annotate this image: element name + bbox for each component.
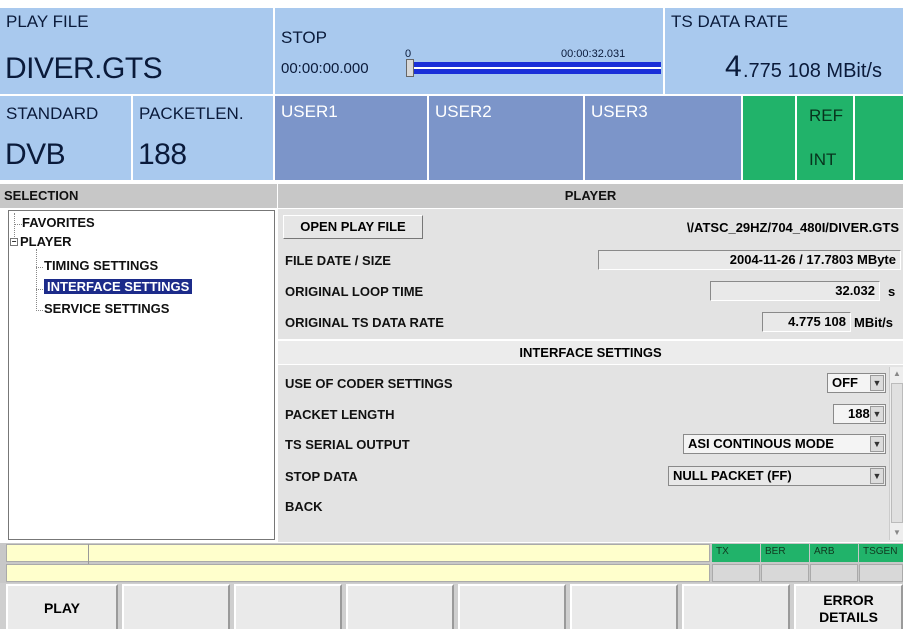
selection-header: SELECTION	[0, 184, 277, 208]
status-bar: TX BER ARB TSGEN	[0, 543, 903, 583]
ref-value: INT	[809, 150, 837, 169]
tsgen-sub-indicator	[859, 564, 903, 582]
softkey-4[interactable]	[346, 584, 454, 629]
packetlen-value: 188	[138, 138, 187, 171]
softkey-7[interactable]	[682, 584, 790, 629]
player-header: PLAYER	[278, 184, 903, 208]
packetlen-panel[interactable]: PACKETLEN. 188	[133, 96, 275, 182]
user2-panel[interactable]: USER2	[429, 96, 585, 182]
playback-slider[interactable]	[406, 59, 661, 77]
ber-indicator: BER	[761, 544, 809, 562]
slider-thumb[interactable]	[406, 59, 414, 77]
arb-indicator: ARB	[810, 544, 858, 562]
tx-indicator: TX	[712, 544, 760, 562]
time-current: 00:00:00.000	[281, 60, 369, 77]
chevron-down-icon: ▼	[870, 436, 884, 452]
scroll-up-icon[interactable]: ▲	[891, 367, 903, 381]
user3-label: USER3	[591, 102, 648, 121]
tree-item-interface-settings[interactable]: INTERFACE SETTINGS	[44, 279, 193, 294]
standard-value: DVB	[5, 138, 66, 171]
back-item[interactable]: BACK	[285, 499, 323, 514]
ref-panel: REF INT	[797, 96, 855, 182]
coder-settings-label: USE OF CODER SETTINGS	[285, 376, 453, 391]
tree-item-favorites[interactable]: FAVORITES	[22, 215, 95, 230]
player-panel: OPEN PLAY FILE \/ATSC_29HZ/704_480I/DIVE…	[278, 209, 903, 339]
softkey-6[interactable]	[570, 584, 678, 629]
interface-header: INTERFACE SETTINGS	[278, 340, 903, 364]
chevron-down-icon: ▼	[870, 468, 884, 484]
arb-sub-indicator	[810, 564, 858, 582]
softkey-3[interactable]	[234, 584, 342, 629]
ts-data-rate-label: TS DATA RATE	[671, 12, 789, 31]
message-line-2	[6, 564, 710, 582]
standard-panel[interactable]: STANDARD DVB	[0, 96, 133, 182]
user3-panel[interactable]: USER3	[585, 96, 743, 182]
file-date-label: FILE DATE / SIZE	[285, 253, 391, 268]
user1-label: USER1	[281, 102, 338, 121]
scroll-down-icon[interactable]: ▼	[891, 526, 903, 540]
loop-time-unit: s	[888, 284, 896, 299]
tx-sub-indicator	[712, 564, 760, 582]
time-total: 00:00:32.031	[561, 48, 626, 60]
tsgen-indicator: TSGEN	[859, 544, 903, 562]
packet-length-select[interactable]: 188 ▼	[833, 404, 886, 424]
scrollbar[interactable]: ▲ ▼	[889, 367, 903, 540]
transport-panel: STOP 00:00:00.000 0 00:00:32.031	[275, 8, 665, 96]
chevron-down-icon: ▼	[870, 375, 884, 391]
ts-rate-big-digit: 4	[725, 50, 742, 83]
ber-sub-indicator	[761, 564, 809, 582]
tree-item-service-settings[interactable]: SERVICE SETTINGS	[44, 301, 169, 316]
transport-state: STOP	[281, 28, 327, 47]
standard-label: STANDARD	[6, 104, 99, 123]
chevron-down-icon: ▼	[870, 406, 884, 422]
user1-panel[interactable]: USER1	[275, 96, 429, 182]
ts-data-rate-panel: TS DATA RATE 4 .775 108 MBit/s	[665, 8, 903, 96]
ref-label: REF	[809, 106, 843, 125]
loop-time-label: ORIGINAL LOOP TIME	[285, 284, 424, 299]
user2-label: USER2	[435, 102, 492, 121]
file-date-value: 2004-11-26 / 17.7803 MByte	[598, 250, 901, 270]
ts-serial-output-select[interactable]: ASI CONTINOUS MODE ▼	[683, 434, 886, 454]
softkey-play[interactable]: PLAY	[6, 584, 118, 629]
stop-data-select[interactable]: NULL PACKET (FF) ▼	[668, 466, 886, 486]
packetlen-label: PACKETLEN.	[139, 104, 244, 123]
interface-panel: USE OF CODER SETTINGS OFF ▼ PACKET LENGT…	[278, 365, 903, 542]
selection-tree: FAVORITES − PLAYER TIMING SETTINGS INTER…	[8, 210, 275, 540]
play-file-label: PLAY FILE	[6, 12, 89, 31]
status-led-2	[855, 96, 903, 182]
ts-rate-unit: MBit/s	[854, 315, 893, 330]
tree-item-player[interactable]: PLAYER	[20, 234, 72, 249]
ts-rate-rest: .775 108 MBit/s	[743, 60, 882, 82]
scroll-thumb[interactable]	[891, 383, 903, 523]
status-led-1	[743, 96, 797, 182]
message-line-1	[6, 544, 710, 562]
tree-item-timing-settings[interactable]: TIMING SETTINGS	[44, 258, 158, 273]
loop-time-value: 32.032	[710, 281, 880, 301]
collapse-icon[interactable]: −	[10, 238, 18, 246]
ts-rate-value: 4.775 108	[762, 312, 851, 332]
softkey-5[interactable]	[458, 584, 566, 629]
softkey-error-details[interactable]: ERROR DETAILS	[794, 584, 903, 629]
softkey-2[interactable]	[122, 584, 230, 629]
ts-rate-label: ORIGINAL TS DATA RATE	[285, 315, 444, 330]
ts-serial-output-label: TS SERIAL OUTPUT	[285, 437, 410, 452]
play-file-value: DIVER.GTS	[5, 52, 163, 85]
packet-length-label: PACKET LENGTH	[285, 407, 395, 422]
coder-settings-select[interactable]: OFF ▼	[827, 373, 886, 393]
open-play-file-button[interactable]: OPEN PLAY FILE	[283, 215, 423, 239]
play-file-panel[interactable]: PLAY FILE DIVER.GTS	[0, 8, 275, 96]
stop-data-label: STOP DATA	[285, 469, 358, 484]
file-path: \/ATSC_29HZ/704_480I/DIVER.GTS	[686, 220, 899, 235]
